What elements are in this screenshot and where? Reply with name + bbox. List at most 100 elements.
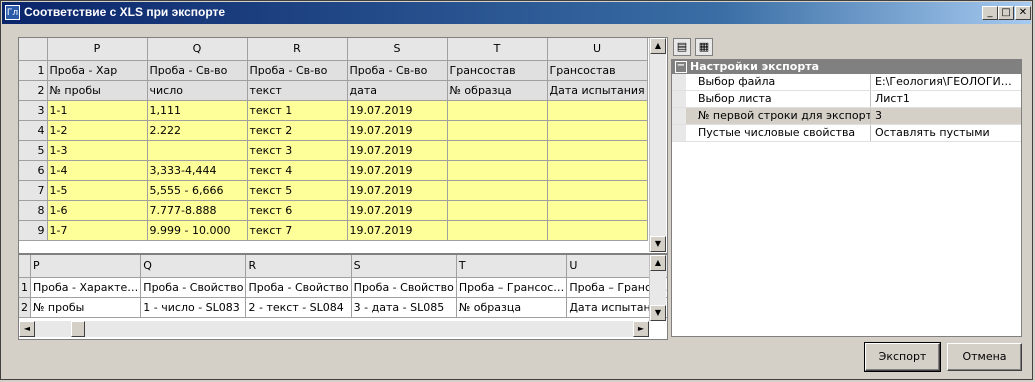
table-cell[interactable]: 1-1 <box>47 100 148 121</box>
table-cell[interactable]: 1,111 <box>147 100 248 121</box>
table-cell[interactable]: текст 3 <box>247 140 348 161</box>
row-header[interactable]: 7 <box>19 180 48 201</box>
table-cell[interactable]: 1 - число - SL083 <box>140 297 247 318</box>
minimize-button[interactable]: _ <box>982 6 998 20</box>
table-cell[interactable] <box>447 200 548 221</box>
table-cell[interactable]: 19.07.2019 <box>347 140 448 161</box>
table-cell[interactable]: Грансостав <box>447 60 548 81</box>
table-cell[interactable] <box>447 220 548 241</box>
source-grid[interactable]: P Q R S T U 1 Проба - Хар Проба - Св-во Проба - С… <box>18 37 668 254</box>
cancel-button[interactable]: Отмена <box>947 343 1022 371</box>
property-value[interactable]: Оставлять пустыми <box>875 125 1017 141</box>
scroll-thumb[interactable] <box>71 321 85 337</box>
table-cell[interactable]: 19.07.2019 <box>347 180 448 201</box>
table-cell[interactable]: текст 5 <box>247 180 348 201</box>
table-cell[interactable]: Проба – Грансос… <box>456 277 568 298</box>
scroll-down-arrow-icon[interactable]: ▼ <box>650 236 666 252</box>
table-cell[interactable]: 3 - дата - SL085 <box>351 297 457 318</box>
property-grid[interactable]: − Настройки экспорта Выбор файла E:\Геолог… <box>671 59 1022 337</box>
column-header[interactable]: U <box>547 38 648 61</box>
table-cell[interactable]: 19.07.2019 <box>347 160 448 181</box>
table-cell[interactable]: 19.07.2019 <box>347 220 448 241</box>
table-cell[interactable] <box>547 100 648 121</box>
table-cell[interactable]: Проба - Свойство <box>245 277 352 298</box>
scroll-left-arrow-icon[interactable]: ◄ <box>19 321 35 337</box>
table-cell[interactable]: 1-2 <box>47 120 148 141</box>
table-cell[interactable]: 19.07.2019 <box>347 120 448 141</box>
mapping-grid[interactable]: P Q R S T U 1 Проба - Характе… Проба - Свойство П… <box>18 254 668 340</box>
property-row[interactable]: Пустые числовые свойства Оставлять пустым… <box>672 125 1021 142</box>
scroll-down-arrow-icon[interactable]: ▼ <box>650 305 666 321</box>
table-cell[interactable]: Грансостав <box>547 60 648 81</box>
source-vertical-scrollbar[interactable]: ▲ ▼ <box>649 38 666 252</box>
table-cell[interactable] <box>547 120 648 141</box>
row-header[interactable]: 2 <box>19 297 31 318</box>
table-cell[interactable]: 1-7 <box>47 220 148 241</box>
table-cell[interactable]: дата <box>347 80 448 101</box>
column-header[interactable]: P <box>30 255 142 278</box>
row-header[interactable]: 3 <box>19 100 48 121</box>
table-cell[interactable]: число <box>147 80 248 101</box>
table-cell[interactable] <box>547 140 648 161</box>
table-cell[interactable]: Проба - Характе… <box>30 277 142 298</box>
table-cell[interactable]: 5,555 - 6,666 <box>147 180 248 201</box>
collapse-icon[interactable]: − <box>675 61 687 73</box>
close-button[interactable]: ✕ <box>1015 6 1031 20</box>
table-cell[interactable]: Проба - Св-во <box>147 60 248 81</box>
sort-pages-icon[interactable]: ▦ <box>695 38 713 56</box>
table-cell[interactable]: № пробы <box>47 80 148 101</box>
table-cell[interactable] <box>447 140 548 161</box>
table-cell[interactable]: № образца <box>456 297 568 318</box>
table-cell[interactable]: № образца <box>447 80 548 101</box>
categorized-view-icon[interactable]: ▤ <box>673 38 691 56</box>
table-cell[interactable] <box>547 160 648 181</box>
table-cell[interactable] <box>447 180 548 201</box>
table-cell[interactable]: 9.999 - 10.000 <box>147 220 248 241</box>
column-header[interactable]: R <box>245 255 352 278</box>
scroll-right-arrow-icon[interactable]: ► <box>633 321 649 337</box>
table-cell[interactable]: Проба - Св-во <box>347 60 448 81</box>
table-cell[interactable]: Проба - Св-во <box>247 60 348 81</box>
column-header[interactable]: R <box>247 38 348 61</box>
table-cell[interactable]: Проба - Хар <box>47 60 148 81</box>
property-value[interactable]: Лист1 <box>875 91 1017 107</box>
property-value[interactable]: 3 <box>875 108 1017 124</box>
scroll-up-arrow-icon[interactable]: ▲ <box>650 38 666 54</box>
table-cell[interactable]: 19.07.2019 <box>347 100 448 121</box>
row-header[interactable]: 1 <box>19 277 31 298</box>
property-category[interactable]: − Настройки экспорта <box>672 60 1021 74</box>
table-cell[interactable] <box>547 220 648 241</box>
column-header[interactable]: S <box>347 38 448 61</box>
table-cell[interactable]: 2.222 <box>147 120 248 141</box>
scroll-up-arrow-icon[interactable]: ▲ <box>650 255 666 271</box>
table-cell[interactable]: 1-3 <box>47 140 148 161</box>
table-cell[interactable]: № пробы <box>30 297 142 318</box>
table-cell[interactable]: 1-6 <box>47 200 148 221</box>
table-cell[interactable] <box>547 200 648 221</box>
row-header[interactable]: 1 <box>19 60 48 81</box>
export-button[interactable]: Экспорт <box>864 342 941 372</box>
property-value[interactable]: E:\Геология\ГЕОЛОГИЯ и... <box>875 74 1017 90</box>
property-row[interactable]: Выбор файла E:\Геология\ГЕОЛОГИЯ и... <box>672 74 1021 91</box>
table-cell[interactable]: текст 7 <box>247 220 348 241</box>
column-header[interactable]: S <box>351 255 457 278</box>
row-header[interactable]: 6 <box>19 160 48 181</box>
column-header[interactable]: T <box>456 255 568 278</box>
column-header[interactable]: T <box>447 38 548 61</box>
table-cell[interactable]: текст 6 <box>247 200 348 221</box>
property-row[interactable]: № первой строки для экспорта 3 <box>672 108 1021 125</box>
mapping-horizontal-scrollbar[interactable]: ◄ ► <box>19 321 649 337</box>
table-cell[interactable]: 7.777-8.888 <box>147 200 248 221</box>
title-bar[interactable]: Гл Соответствие с XLS при экспорте _ □ ✕ <box>2 2 1031 24</box>
table-cell[interactable]: Проба - Свойство <box>351 277 457 298</box>
row-header[interactable]: 9 <box>19 220 48 241</box>
table-cell[interactable] <box>447 160 548 181</box>
table-cell[interactable]: Проба - Свойство <box>140 277 247 298</box>
table-cell[interactable]: 3,333-4,444 <box>147 160 248 181</box>
table-cell[interactable]: текст 4 <box>247 160 348 181</box>
column-header[interactable]: Q <box>147 38 248 61</box>
row-header[interactable]: 4 <box>19 120 48 141</box>
property-row[interactable]: Выбор листа Лист1 <box>672 91 1021 108</box>
table-cell[interactable]: 2 - текст - SL084 <box>245 297 352 318</box>
table-cell[interactable]: 1-5 <box>47 180 148 201</box>
